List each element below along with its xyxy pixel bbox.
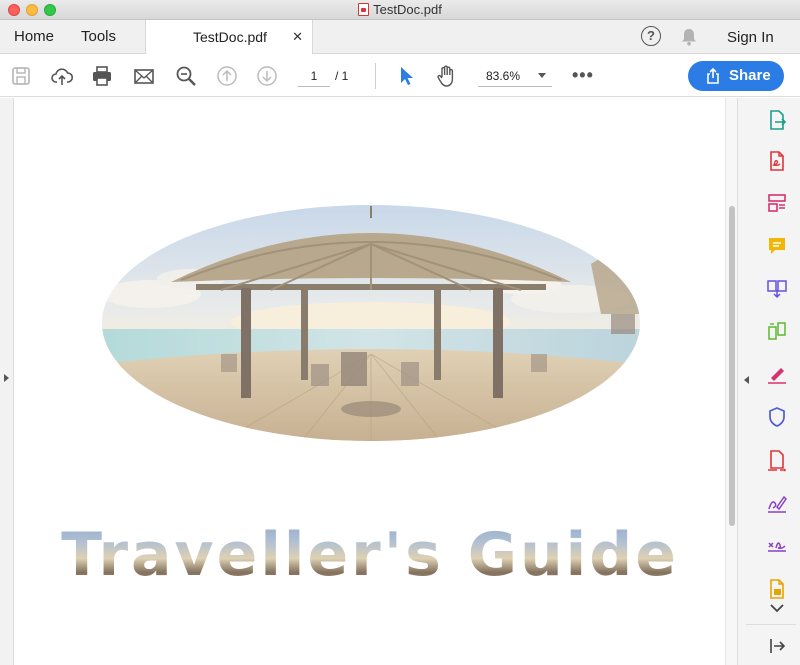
zoom-level-value: 83.6% [486, 69, 521, 83]
tab-tools[interactable]: Tools [81, 28, 116, 45]
previous-page-icon[interactable] [215, 64, 239, 88]
tab-document[interactable]: TestDoc.pdf ✕ [145, 20, 313, 54]
fill-sign-icon[interactable] [765, 362, 789, 386]
expand-left-panel-icon[interactable] [4, 374, 9, 382]
page-number-input[interactable]: 1 [298, 67, 330, 87]
more-options-icon[interactable]: ••• [572, 65, 594, 86]
tab-home[interactable]: Home [14, 28, 54, 45]
vertical-scrollbar[interactable] [725, 98, 737, 665]
protect-icon[interactable] [765, 405, 789, 429]
window-title-text: TestDoc.pdf [373, 2, 442, 17]
notifications-bell-icon[interactable] [680, 27, 698, 47]
create-pdf-icon[interactable] [765, 149, 789, 173]
certificates-icon[interactable] [765, 534, 789, 558]
select-cursor-icon[interactable] [394, 64, 418, 88]
panel-divider [746, 624, 796, 625]
left-panel-collapsed[interactable] [0, 98, 14, 665]
tab-bar: Home Tools TestDoc.pdf ✕ ? Sign In [0, 20, 800, 54]
collapse-right-panel-icon[interactable] [744, 376, 749, 384]
right-tools-panel [737, 98, 800, 665]
cover-photo-beach-hut [102, 205, 640, 441]
sign-in-button[interactable]: Sign In [727, 29, 774, 46]
zoom-level-select[interactable]: 83.6% [478, 67, 552, 87]
chevron-down-icon[interactable] [765, 600, 789, 616]
collapse-panel-arrow-icon[interactable] [765, 634, 789, 658]
comment-icon[interactable] [765, 234, 789, 258]
print-icon[interactable] [90, 64, 114, 88]
window-title: TestDoc.pdf [0, 2, 800, 17]
edit-pdf-icon[interactable] [765, 191, 789, 215]
document-page: Traveller's Guide [15, 98, 725, 665]
share-icon [707, 68, 719, 84]
app-window: TestDoc.pdf Home Tools TestDoc.pdf ✕ ? S… [0, 0, 800, 665]
toolbar-divider [375, 63, 376, 89]
upload-cloud-icon[interactable] [50, 64, 74, 88]
share-button[interactable]: Share [688, 61, 784, 91]
chevron-down-icon [538, 73, 546, 78]
export-pdf-icon[interactable] [765, 108, 789, 132]
email-icon[interactable] [132, 64, 156, 88]
toolbar: 1 / 1 83.6% ••• Share [0, 55, 800, 97]
next-page-icon[interactable] [255, 64, 279, 88]
send-for-signature-icon[interactable] [765, 491, 789, 515]
save-icon[interactable] [9, 64, 33, 88]
hand-tool-icon[interactable] [434, 64, 458, 88]
title-bar: TestDoc.pdf [0, 0, 800, 20]
combine-files-icon[interactable] [765, 276, 789, 300]
prepare-form-icon[interactable] [765, 448, 789, 472]
tab-document-label: TestDoc.pdf [193, 29, 267, 45]
scan-icon[interactable] [765, 577, 789, 601]
zoom-search-icon[interactable] [174, 64, 198, 88]
document-heading: Traveller's Guide [15, 520, 725, 590]
share-label: Share [729, 67, 771, 84]
page-count: / 1 [335, 69, 349, 83]
close-tab-icon[interactable]: ✕ [292, 29, 303, 45]
pdf-file-icon [358, 3, 370, 16]
help-icon[interactable]: ? [641, 26, 661, 46]
organize-pages-icon[interactable] [765, 319, 789, 343]
scrollbar-thumb[interactable] [729, 206, 735, 526]
